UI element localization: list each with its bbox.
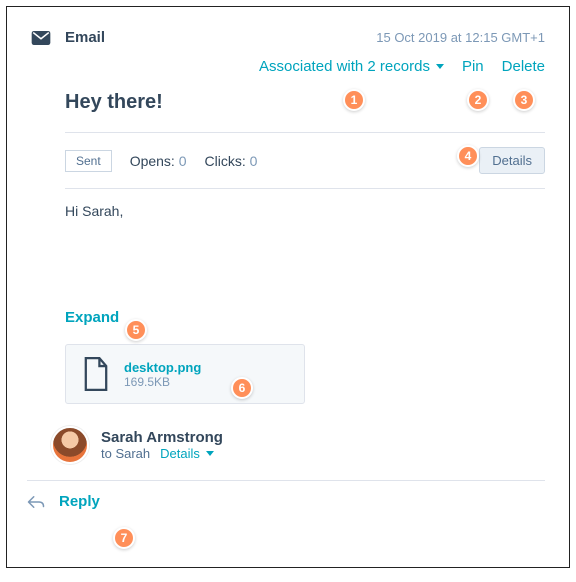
email-body-greeting: Hi Sarah, (65, 203, 545, 219)
sender-details-link[interactable]: Details (160, 446, 214, 461)
annotation-marker-3: 3 (513, 89, 535, 111)
attachment-chip[interactable]: desktop.png 169.5KB (65, 344, 305, 404)
opens-stat: Opens: 0 (130, 153, 187, 169)
pin-link[interactable]: Pin (462, 58, 484, 75)
email-card: Email 15 Oct 2019 at 12:15 GMT+1 Associa… (6, 6, 570, 568)
attachment-filesize: 169.5KB (124, 375, 201, 389)
annotation-marker-1: 1 (343, 89, 365, 111)
chevron-down-icon (206, 451, 214, 456)
header-left: Email (31, 29, 105, 46)
avatar (51, 426, 89, 464)
expand-link[interactable]: Expand (65, 309, 119, 326)
attachment-meta: desktop.png 169.5KB (124, 360, 201, 389)
annotation-marker-2: 2 (467, 89, 489, 111)
footer: Reply (27, 480, 545, 510)
reply-arrow-icon (27, 495, 45, 509)
details-button[interactable]: Details (479, 147, 545, 174)
associated-records-label: Associated with 2 records (259, 58, 430, 75)
sender-row: Sarah Armstrong to Sarah Details (51, 426, 545, 464)
divider (65, 132, 545, 133)
card-header: Email 15 Oct 2019 at 12:15 GMT+1 (31, 29, 545, 46)
divider-2 (65, 188, 545, 189)
action-row: Associated with 2 records Pin Delete (31, 58, 545, 75)
annotation-marker-7: 7 (113, 527, 135, 549)
timestamp: 15 Oct 2019 at 12:15 GMT+1 (376, 30, 545, 45)
sender-name: Sarah Armstrong (101, 429, 223, 446)
sender-meta: Sarah Armstrong to Sarah Details (101, 429, 223, 461)
email-icon (31, 31, 51, 45)
annotation-marker-6: 6 (231, 377, 253, 399)
clicks-value: 0 (250, 153, 258, 169)
reply-link[interactable]: Reply (59, 493, 100, 510)
delete-link[interactable]: Delete (502, 58, 545, 75)
annotation-marker-4: 4 (457, 145, 479, 167)
stats-left: Sent Opens: 0 Clicks: 0 (65, 150, 257, 172)
chevron-down-icon (436, 64, 444, 69)
card-type-label: Email (65, 29, 105, 46)
sent-status-badge: Sent (65, 150, 112, 172)
attachment-filename: desktop.png (124, 360, 201, 375)
clicks-label: Clicks: (205, 153, 246, 169)
sender-to-line: to Sarah (101, 446, 150, 461)
sender-subline: to Sarah Details (101, 446, 223, 461)
annotation-marker-5: 5 (125, 319, 147, 341)
sender-details-label: Details (160, 446, 200, 461)
opens-value: 0 (179, 153, 187, 169)
associated-records-link[interactable]: Associated with 2 records (259, 58, 444, 75)
opens-label: Opens: (130, 153, 175, 169)
clicks-stat: Clicks: 0 (205, 153, 258, 169)
file-icon (82, 357, 110, 391)
